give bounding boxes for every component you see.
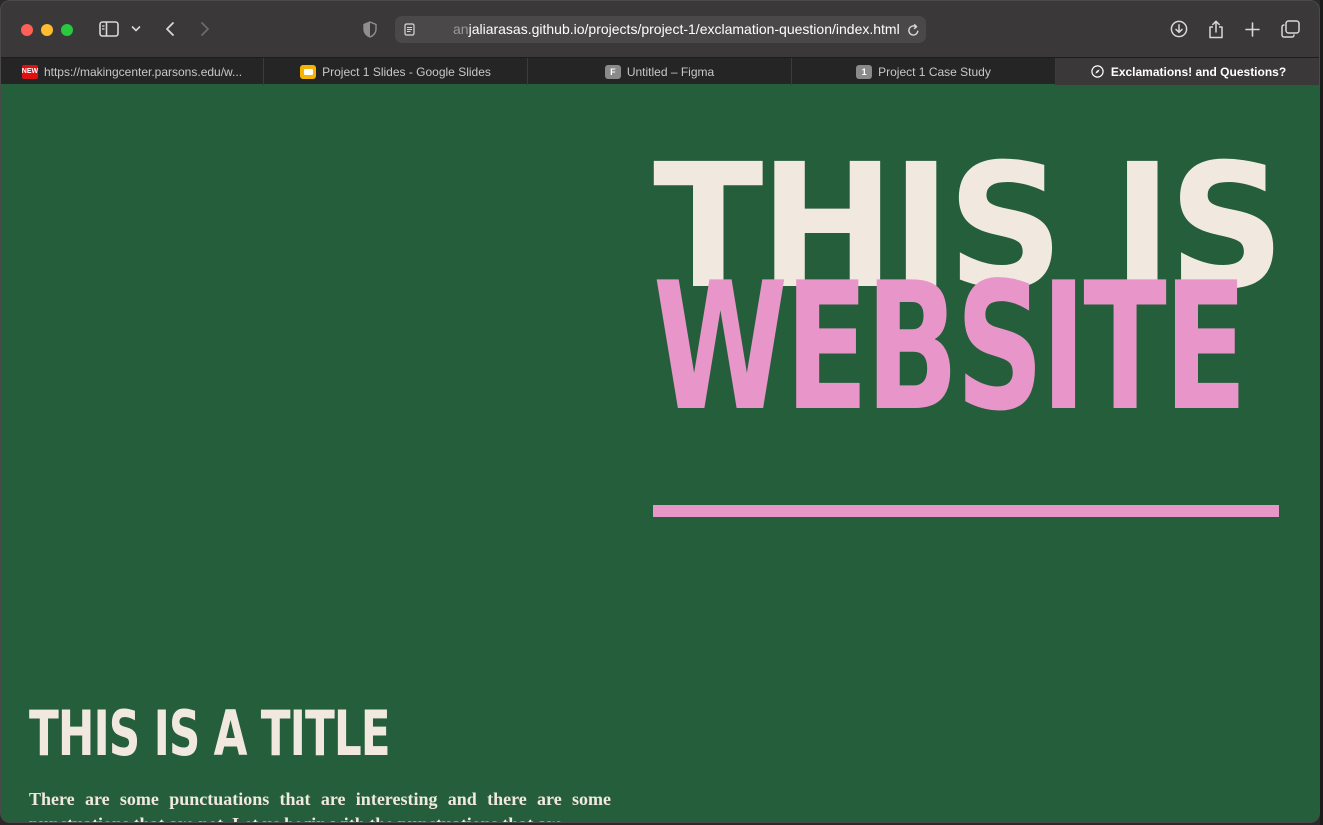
share-icon[interactable] (1207, 17, 1225, 41)
intro-paragraph: There are some punctuations that are int… (29, 789, 611, 822)
url-text-dim: an (453, 21, 469, 37)
tab-case-study[interactable]: 1 Project 1 Case Study (792, 58, 1056, 85)
browser-window: anjaliarasas.github.io/projects/project-… (0, 0, 1320, 823)
webpage-content: THIS IS A WEBSITE THIS IS A TITLE There … (1, 85, 1319, 822)
url-text[interactable]: anjaliarasas.github.io/projects/project-… (453, 21, 900, 37)
close-window-button[interactable] (21, 24, 33, 36)
new-tab-icon[interactable] (1243, 17, 1261, 41)
tab-makingcenter[interactable]: NEW https://makingcenter.parsons.edu/w..… (1, 58, 264, 85)
tab-exclamations-active[interactable]: Exclamations! and Questions? (1056, 58, 1319, 85)
tab-bar: NEW https://makingcenter.parsons.edu/w..… (1, 57, 1319, 85)
chevron-down-icon[interactable] (129, 17, 143, 41)
privacy-shield-icon[interactable] (361, 17, 379, 41)
hero-line-2: WEBSITE (653, 246, 1247, 451)
url-text-main: jaliarasas.github.io/projects/project-1/… (468, 21, 900, 37)
tab-figma[interactable]: F Untitled – Figma (528, 58, 792, 85)
sidebar-icon[interactable] (97, 17, 121, 41)
number-icon: 1 (856, 64, 873, 79)
browser-toolbar: anjaliarasas.github.io/projects/project-… (1, 1, 1319, 57)
hero-underline (653, 505, 1279, 517)
tab-label: Project 1 Case Study (878, 64, 991, 79)
page-icon (401, 19, 417, 39)
minimize-window-button[interactable] (41, 24, 53, 36)
downloads-icon[interactable] (1169, 17, 1189, 41)
back-icon[interactable] (161, 17, 179, 41)
hero-heading: THIS IS A WEBSITE (653, 142, 1319, 436)
tab-overview-icon[interactable] (1279, 17, 1301, 41)
tab-google-slides[interactable]: Project 1 Slides - Google Slides (264, 58, 528, 85)
compass-icon (1091, 65, 1105, 79)
google-slides-icon (300, 64, 317, 79)
figma-icon: F (604, 64, 621, 79)
tab-label: Exclamations! and Questions? (1110, 64, 1287, 79)
page-title: THIS IS A TITLE (29, 697, 391, 770)
address-bar[interactable]: anjaliarasas.github.io/projects/project-… (395, 16, 926, 43)
tab-label: Untitled – Figma (626, 64, 715, 79)
tab-label: Project 1 Slides - Google Slides (322, 64, 491, 79)
zoom-window-button[interactable] (61, 24, 73, 36)
forward-icon[interactable] (196, 17, 214, 41)
tab-label: https://makingcenter.parsons.edu/w... (43, 64, 243, 79)
new-badge-icon: NEW (22, 64, 38, 79)
reload-icon[interactable] (905, 20, 921, 40)
